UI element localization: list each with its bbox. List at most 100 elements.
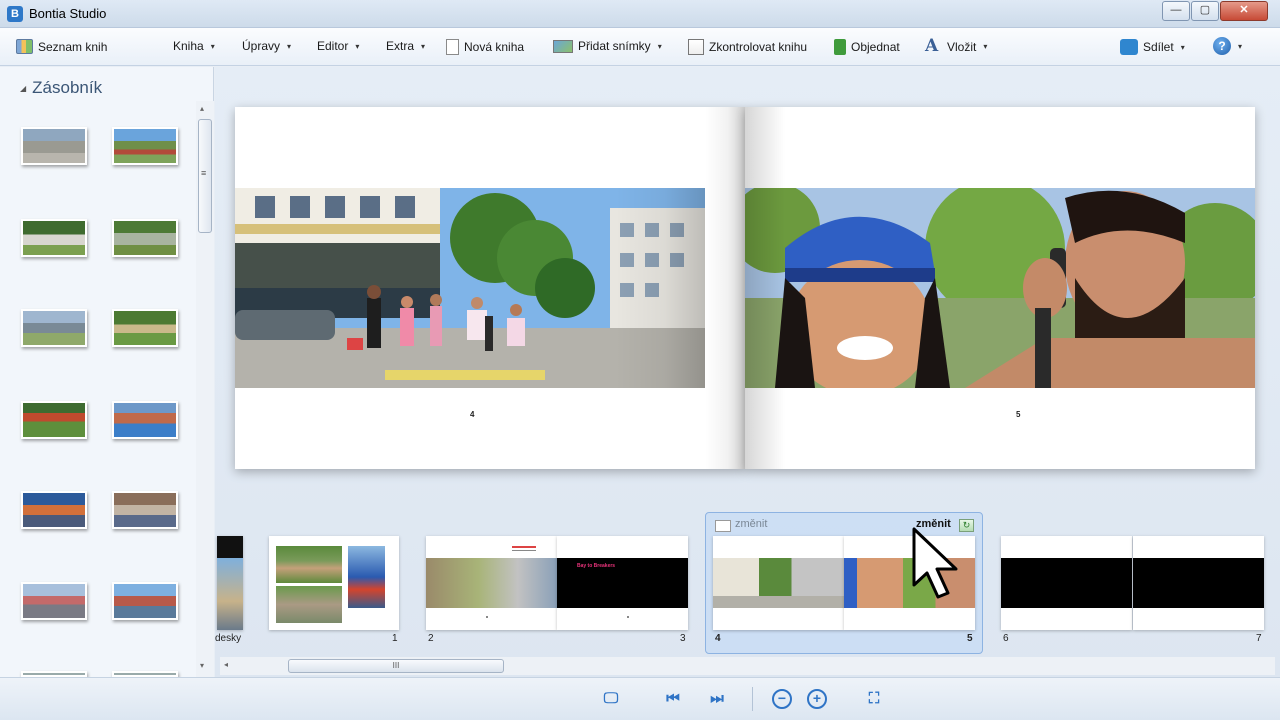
photo-thumbnail[interactable] (112, 309, 178, 347)
cover-label: desky (215, 633, 242, 644)
scroll-thumb[interactable]: III (288, 659, 504, 673)
share-button[interactable]: Sdílet ▾ (1120, 39, 1185, 55)
change-checkbox[interactable] (715, 520, 731, 532)
menu-extra[interactable]: Extra ▾ (386, 39, 425, 53)
book-editor: 4 5 desky 1 Bay to Breakers 2 3 změnit z… (215, 67, 1280, 677)
filmstrip-page-2[interactable] (426, 536, 557, 630)
filmstrip-page-3[interactable]: Bay to Breakers (557, 536, 688, 630)
chevron-down-icon: ▾ (1180, 42, 1185, 52)
photo-thumbnail[interactable] (112, 127, 178, 165)
order-button[interactable]: Objednat (834, 39, 900, 55)
scroll-up-icon[interactable]: ▴ (200, 104, 204, 113)
new-book-icon (446, 39, 459, 55)
order-label: Objednat (851, 40, 900, 54)
page-number-right: 5 (1016, 410, 1021, 419)
insert-text-icon: A (925, 36, 939, 56)
fit-to-window-button[interactable]: ⛶ (862, 688, 886, 710)
chevron-down-icon: ▾ (287, 41, 292, 51)
pink-title: Bay to Breakers (577, 563, 616, 569)
close-button[interactable]: ✕ (1220, 1, 1268, 21)
menu-editor[interactable]: Editor ▾ (317, 39, 359, 53)
photo-thumbnail[interactable] (112, 401, 178, 439)
filmstrip-page-number: 2 (428, 633, 434, 644)
insert-button[interactable]: A Vložit ▾ (925, 36, 988, 56)
photo-thumbnail[interactable] (21, 219, 87, 257)
insert-label: Vložit (947, 39, 977, 54)
filmstrip-page-number: 7 (1256, 633, 1262, 644)
photo-portraits[interactable] (745, 188, 1255, 388)
add-photos-icon (553, 39, 573, 53)
page-left[interactable]: 4 (235, 107, 745, 469)
photo-thumbnail[interactable] (112, 491, 178, 529)
menu-upravy[interactable]: Úpravy ▾ (242, 39, 291, 53)
page-right[interactable]: 5 (745, 107, 1255, 469)
page-filmstrip: desky 1 Bay to Breakers 2 3 změnit změni… (215, 512, 1280, 662)
photo-thumbnail[interactable] (112, 219, 178, 257)
filmstrip-page-number: 6 (1003, 633, 1009, 644)
photo-thumbnail[interactable] (21, 401, 87, 439)
tray-header[interactable]: ◢ Zásobník (20, 78, 102, 98)
page-number-left: 4 (470, 410, 475, 419)
scroll-left-icon[interactable]: ◂ (224, 660, 228, 669)
new-book-button[interactable]: Nová kniha (446, 39, 524, 55)
order-icon (834, 39, 846, 55)
page-gutter-shadow (745, 107, 785, 469)
check-book-button[interactable]: Zkontrolovat knihu (688, 39, 807, 55)
chevron-down-icon: ▾ (355, 41, 360, 51)
share-icon (1120, 39, 1138, 55)
mouse-cursor-icon (912, 527, 958, 599)
toolbar: Seznam knih Kniha ▾ Úpravy ▾ Editor ▾ Extra… (0, 28, 1280, 66)
tray-scrollbar[interactable]: ▴ ≡ ▾ (196, 101, 214, 677)
cover-thumbnail[interactable] (217, 536, 243, 630)
book-list-button[interactable]: Seznam knih (16, 39, 107, 54)
help-button[interactable]: ? ▾ (1213, 37, 1242, 55)
photo-thumbnail[interactable] (112, 582, 178, 620)
bottom-toolbar: 🖵 ⏮ ⏭ − + ⛶ (0, 677, 1280, 720)
chevron-down-icon: ▾ (210, 41, 215, 51)
photo-thumbnail[interactable] (21, 127, 87, 165)
add-photos-button[interactable]: Přidat snímky ▾ (553, 39, 662, 53)
check-book-label: Zkontrolovat knihu (709, 40, 808, 54)
toolbar-divider (752, 687, 753, 711)
tray-panel: ◢ Zásobník ▴ ≡ ▾ (0, 67, 214, 677)
zoom-in-button[interactable]: + (807, 689, 827, 709)
page-gutter-shadow (705, 107, 745, 469)
chevron-down-icon: ▾ (421, 41, 426, 51)
title-bar: B Bontia Studio — ▢ ✕ (0, 0, 1280, 28)
filmstrip-page-number: 3 (680, 633, 686, 644)
help-icon: ? (1213, 37, 1231, 55)
change-label-left[interactable]: změnit (735, 518, 767, 530)
slideshow-button[interactable]: 🖵 (599, 688, 623, 710)
zoom-out-button[interactable]: − (772, 689, 792, 709)
filmstrip-page-4[interactable] (713, 536, 844, 630)
maximize-button[interactable]: ▢ (1191, 1, 1219, 21)
scroll-thumb[interactable]: ≡ (198, 119, 212, 233)
filmstrip-page-6[interactable] (1001, 536, 1132, 630)
page-gutter-shadow (615, 188, 705, 388)
menu-kniha[interactable]: Kniha ▾ (173, 39, 215, 53)
grip-icon: ≡ (201, 168, 207, 178)
photo-street-parade[interactable] (235, 188, 705, 388)
menu-upravy-label: Úpravy (242, 39, 281, 53)
menu-kniha-label: Kniha (173, 39, 204, 53)
photo-thumbnail[interactable] (21, 582, 87, 620)
tray-title: Zásobník (32, 78, 103, 97)
filmstrip-page-number: 5 (967, 633, 973, 644)
filmstrip-scrollbar[interactable]: ◂ III (220, 657, 1275, 675)
photo-thumbnail[interactable] (21, 309, 87, 347)
collapse-icon: ◢ (20, 83, 27, 93)
chevron-down-icon: ▾ (983, 42, 988, 51)
chevron-down-icon: ▾ (657, 41, 662, 51)
scroll-down-icon[interactable]: ▾ (200, 661, 204, 670)
minimize-button[interactable]: — (1162, 1, 1190, 21)
check-book-icon (688, 39, 704, 55)
app-icon: B (7, 6, 23, 22)
first-page-button[interactable]: ⏮ (661, 688, 685, 710)
add-photos-label: Přidat snímky (578, 39, 651, 53)
photo-thumbnail[interactable] (21, 491, 87, 529)
last-page-button[interactable]: ⏭ (705, 688, 729, 710)
filmstrip-page-number: 4 (715, 633, 721, 644)
filmstrip-page-number: 1 (392, 633, 398, 644)
filmstrip-page-7[interactable] (1133, 536, 1264, 630)
filmstrip-page-1[interactable] (269, 536, 399, 630)
